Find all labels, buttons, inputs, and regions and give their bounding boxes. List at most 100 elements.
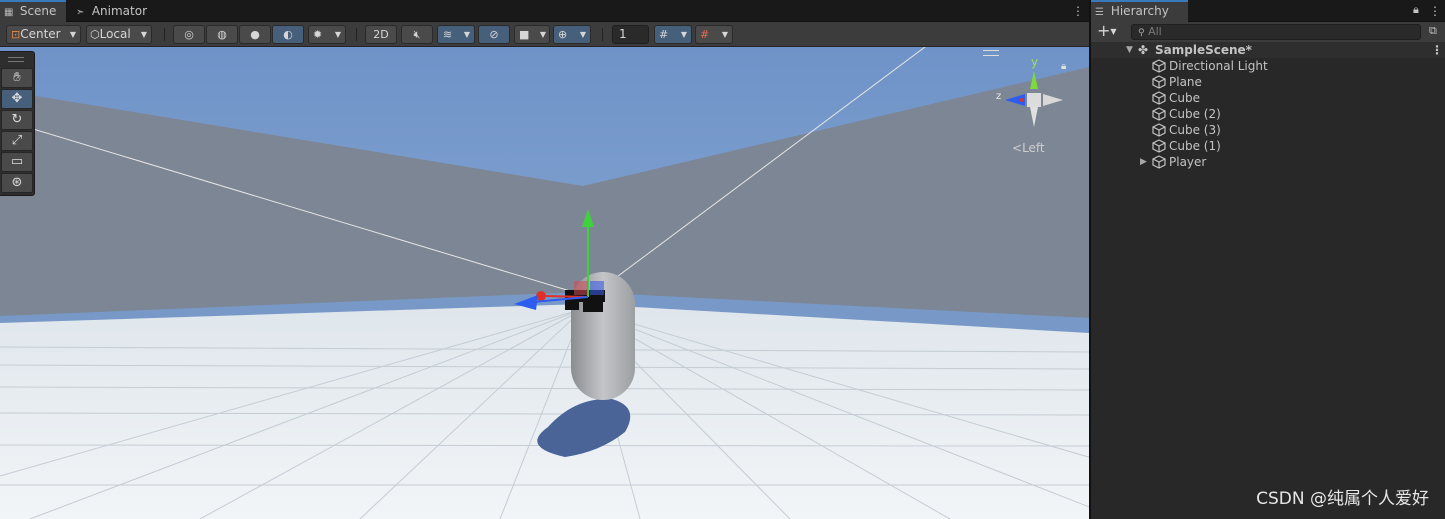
scene-window: ▦ Scene ➣ Animator ⋮ ⊡Center ▼ ⬡Local ▼ ◎ … (0, 0, 1089, 519)
lit-shading-button[interactable]: ◐ (272, 25, 304, 44)
toolbar-divider (164, 28, 165, 41)
tree-item-plane[interactable]: Plane (1091, 74, 1445, 90)
hand-tool-button[interactable]: ✋︎ (1, 68, 33, 88)
lock-icon[interactable]: 🔒︎ (1413, 3, 1419, 17)
hierarchy-search-input[interactable]: ⚲ All (1131, 24, 1421, 40)
gameobject-cube-icon (1152, 75, 1166, 89)
grid-visibility-dropdown[interactable]: # ▼ (654, 25, 692, 44)
chevron-down-icon: ▼ (721, 30, 728, 39)
grid-snap-field[interactable]: 1 (612, 25, 649, 44)
tool-palette: ✋︎ ✥ ↻ ⤢ ▭ ⊛ (0, 51, 35, 196)
scale-icon: ⤢ (11, 133, 23, 148)
scale-tool-button[interactable]: ⤢ (1, 131, 33, 151)
scene-menu-icon[interactable]: ⋮ (1072, 3, 1084, 19)
hierarchy-panel: ☰ Hierarchy 🔒︎ ⋮ +▼ ⚲ All ⧉ ▼ ✤ SampleSc… (1091, 0, 1445, 519)
tree-item-cube-2[interactable]: Cube (2) (1091, 106, 1445, 122)
rotate-icon: ↻ (11, 112, 23, 127)
gizmo-y-label: y (1031, 55, 1039, 69)
chevron-down-icon: ▼ (1110, 27, 1117, 36)
gizmo-neg-y-cone[interactable] (1030, 107, 1038, 127)
snap-grid-icon: # (700, 28, 710, 41)
animator-icon: ➣ (76, 7, 85, 18)
debug-draw-dropdown[interactable]: ✹ ▼ (308, 25, 346, 44)
tree-item-label: Player (1169, 155, 1207, 169)
tree-item-label: Plane (1169, 75, 1202, 89)
tab-hierarchy-label: Hierarchy (1110, 4, 1169, 18)
tab-animator-label: Animator (91, 4, 147, 18)
bug-icon: ✹ (313, 28, 323, 41)
gizmo-z-label: z (996, 91, 1002, 102)
gizmo-center-cube[interactable] (1027, 93, 1041, 107)
move-icon: ✥ (11, 91, 23, 106)
tab-scene-label: Scene (19, 4, 57, 18)
transform-tool-button[interactable]: ⊛ (1, 173, 33, 193)
add-object-button[interactable]: +▼ (1097, 23, 1117, 40)
grid-snapping-dropdown[interactable]: # ▼ (695, 25, 733, 44)
space-dropdown[interactable]: ⬡Local ▼ (86, 25, 152, 44)
gizmo-neg-z-cone[interactable] (1043, 94, 1063, 106)
gizmo-x-dot[interactable] (1020, 98, 1024, 102)
move-tool-button[interactable]: ✥ (1, 89, 33, 109)
camera-dropdown[interactable]: ■ ▼ (514, 25, 550, 44)
gizmo-view-label[interactable]: <Left (1012, 141, 1045, 155)
tree-item-label: Cube (3) (1169, 123, 1221, 137)
gameobject-cube-icon (1152, 91, 1166, 105)
unity-scene-icon: ✤ (1138, 43, 1149, 57)
rect-tool-button[interactable]: ▭ (1, 152, 33, 172)
tab-hierarchy[interactable]: ☰ Hierarchy (1091, 0, 1188, 22)
moon-icon: ◐ (283, 28, 293, 41)
tab-scene[interactable]: ▦ Scene (0, 0, 66, 22)
tree-item-cube[interactable]: Cube (1091, 90, 1445, 106)
shaded-wireframe-button[interactable]: ◍ (206, 25, 238, 44)
palette-grip[interactable] (8, 57, 24, 62)
yz-plane-handle[interactable] (590, 281, 604, 295)
effects-dropdown[interactable]: ≋ ▼ (437, 25, 475, 44)
wireframe-shading-button[interactable]: ◎ (173, 25, 205, 44)
solid-sphere-icon: ● (250, 28, 260, 41)
tree-item-player[interactable]: ▶ Player (1091, 154, 1445, 170)
transform-icon: ⊛ (11, 175, 23, 190)
scene-menu-icon[interactable]: ⋮ (1431, 42, 1443, 58)
rotate-tool-button[interactable]: ↻ (1, 110, 33, 130)
eye-off-icon: ⊘ (489, 28, 499, 41)
player-eye-left (565, 302, 579, 310)
gizmo-grip[interactable] (983, 50, 999, 56)
visibility-toggle-button[interactable]: ⊘ (478, 25, 510, 44)
wireframe-sphere-icon: ◎ (184, 28, 194, 41)
layers-icon: ≋ (443, 28, 453, 41)
scene-render[interactable] (0, 47, 1089, 519)
hierarchy-menu-icon[interactable]: ⋮ (1429, 3, 1441, 19)
tree-item-label: Cube (2) (1169, 107, 1221, 121)
globe-icon: ⊕ (558, 28, 568, 41)
scene-toolbar: ⊡Center ▼ ⬡Local ▼ ◎ ◍ ● ◐ ✹ ▼ 2D 🔇︎ ≋ ▼ ⊘ ■… (0, 22, 1089, 47)
scene-viewport[interactable]: ✋︎ ✥ ↻ ⤢ ▭ ⊛ 🔒︎ y z <Left (0, 47, 1089, 519)
orientation-gizmo[interactable] (995, 57, 1065, 132)
tree-item-label: Directional Light (1169, 59, 1268, 73)
audio-toggle-button[interactable]: 🔇︎ (401, 25, 433, 44)
pivot-dropdown[interactable]: ⊡Center ▼ (6, 25, 81, 44)
hierarchy-toolbar: +▼ ⚲ All ⧉ (1091, 22, 1445, 42)
player-eye-right (583, 302, 603, 312)
chevron-down-icon: ▼ (140, 30, 147, 39)
tree-item-label: Cube (1) (1169, 139, 1221, 153)
tree-item-directional-light[interactable]: Directional Light (1091, 58, 1445, 74)
tree-item-cube-3[interactable]: Cube (3) (1091, 122, 1445, 138)
speaker-mute-icon: 🔇︎ (413, 28, 421, 41)
expand-arrow-icon[interactable]: ▶ (1140, 154, 1150, 170)
tree-item-label: Cube (1169, 91, 1200, 105)
shaded-button[interactable]: ● (239, 25, 271, 44)
search-options-icon[interactable]: ⧉ (1429, 24, 1437, 38)
gizmos-dropdown[interactable]: ⊕ ▼ (553, 25, 591, 44)
gameobject-cube-icon (1152, 107, 1166, 121)
mode-2d-button[interactable]: 2D (365, 25, 397, 44)
expand-arrow-icon[interactable]: ▼ (1126, 42, 1136, 58)
gameobject-cube-icon (1152, 139, 1166, 153)
tree-item-cube-1[interactable]: Cube (1) (1091, 138, 1445, 154)
gizmo-y-cone[interactable] (1030, 71, 1038, 89)
tree-scene-row[interactable]: ▼ ✤ SampleScene* ⋮ (1091, 42, 1445, 58)
floor (0, 304, 1089, 519)
xy-plane-handle[interactable] (574, 281, 588, 295)
chevron-down-icon: ▼ (539, 30, 546, 39)
tab-animator[interactable]: ➣ Animator (72, 0, 152, 22)
camera-icon: ■ (519, 28, 530, 41)
